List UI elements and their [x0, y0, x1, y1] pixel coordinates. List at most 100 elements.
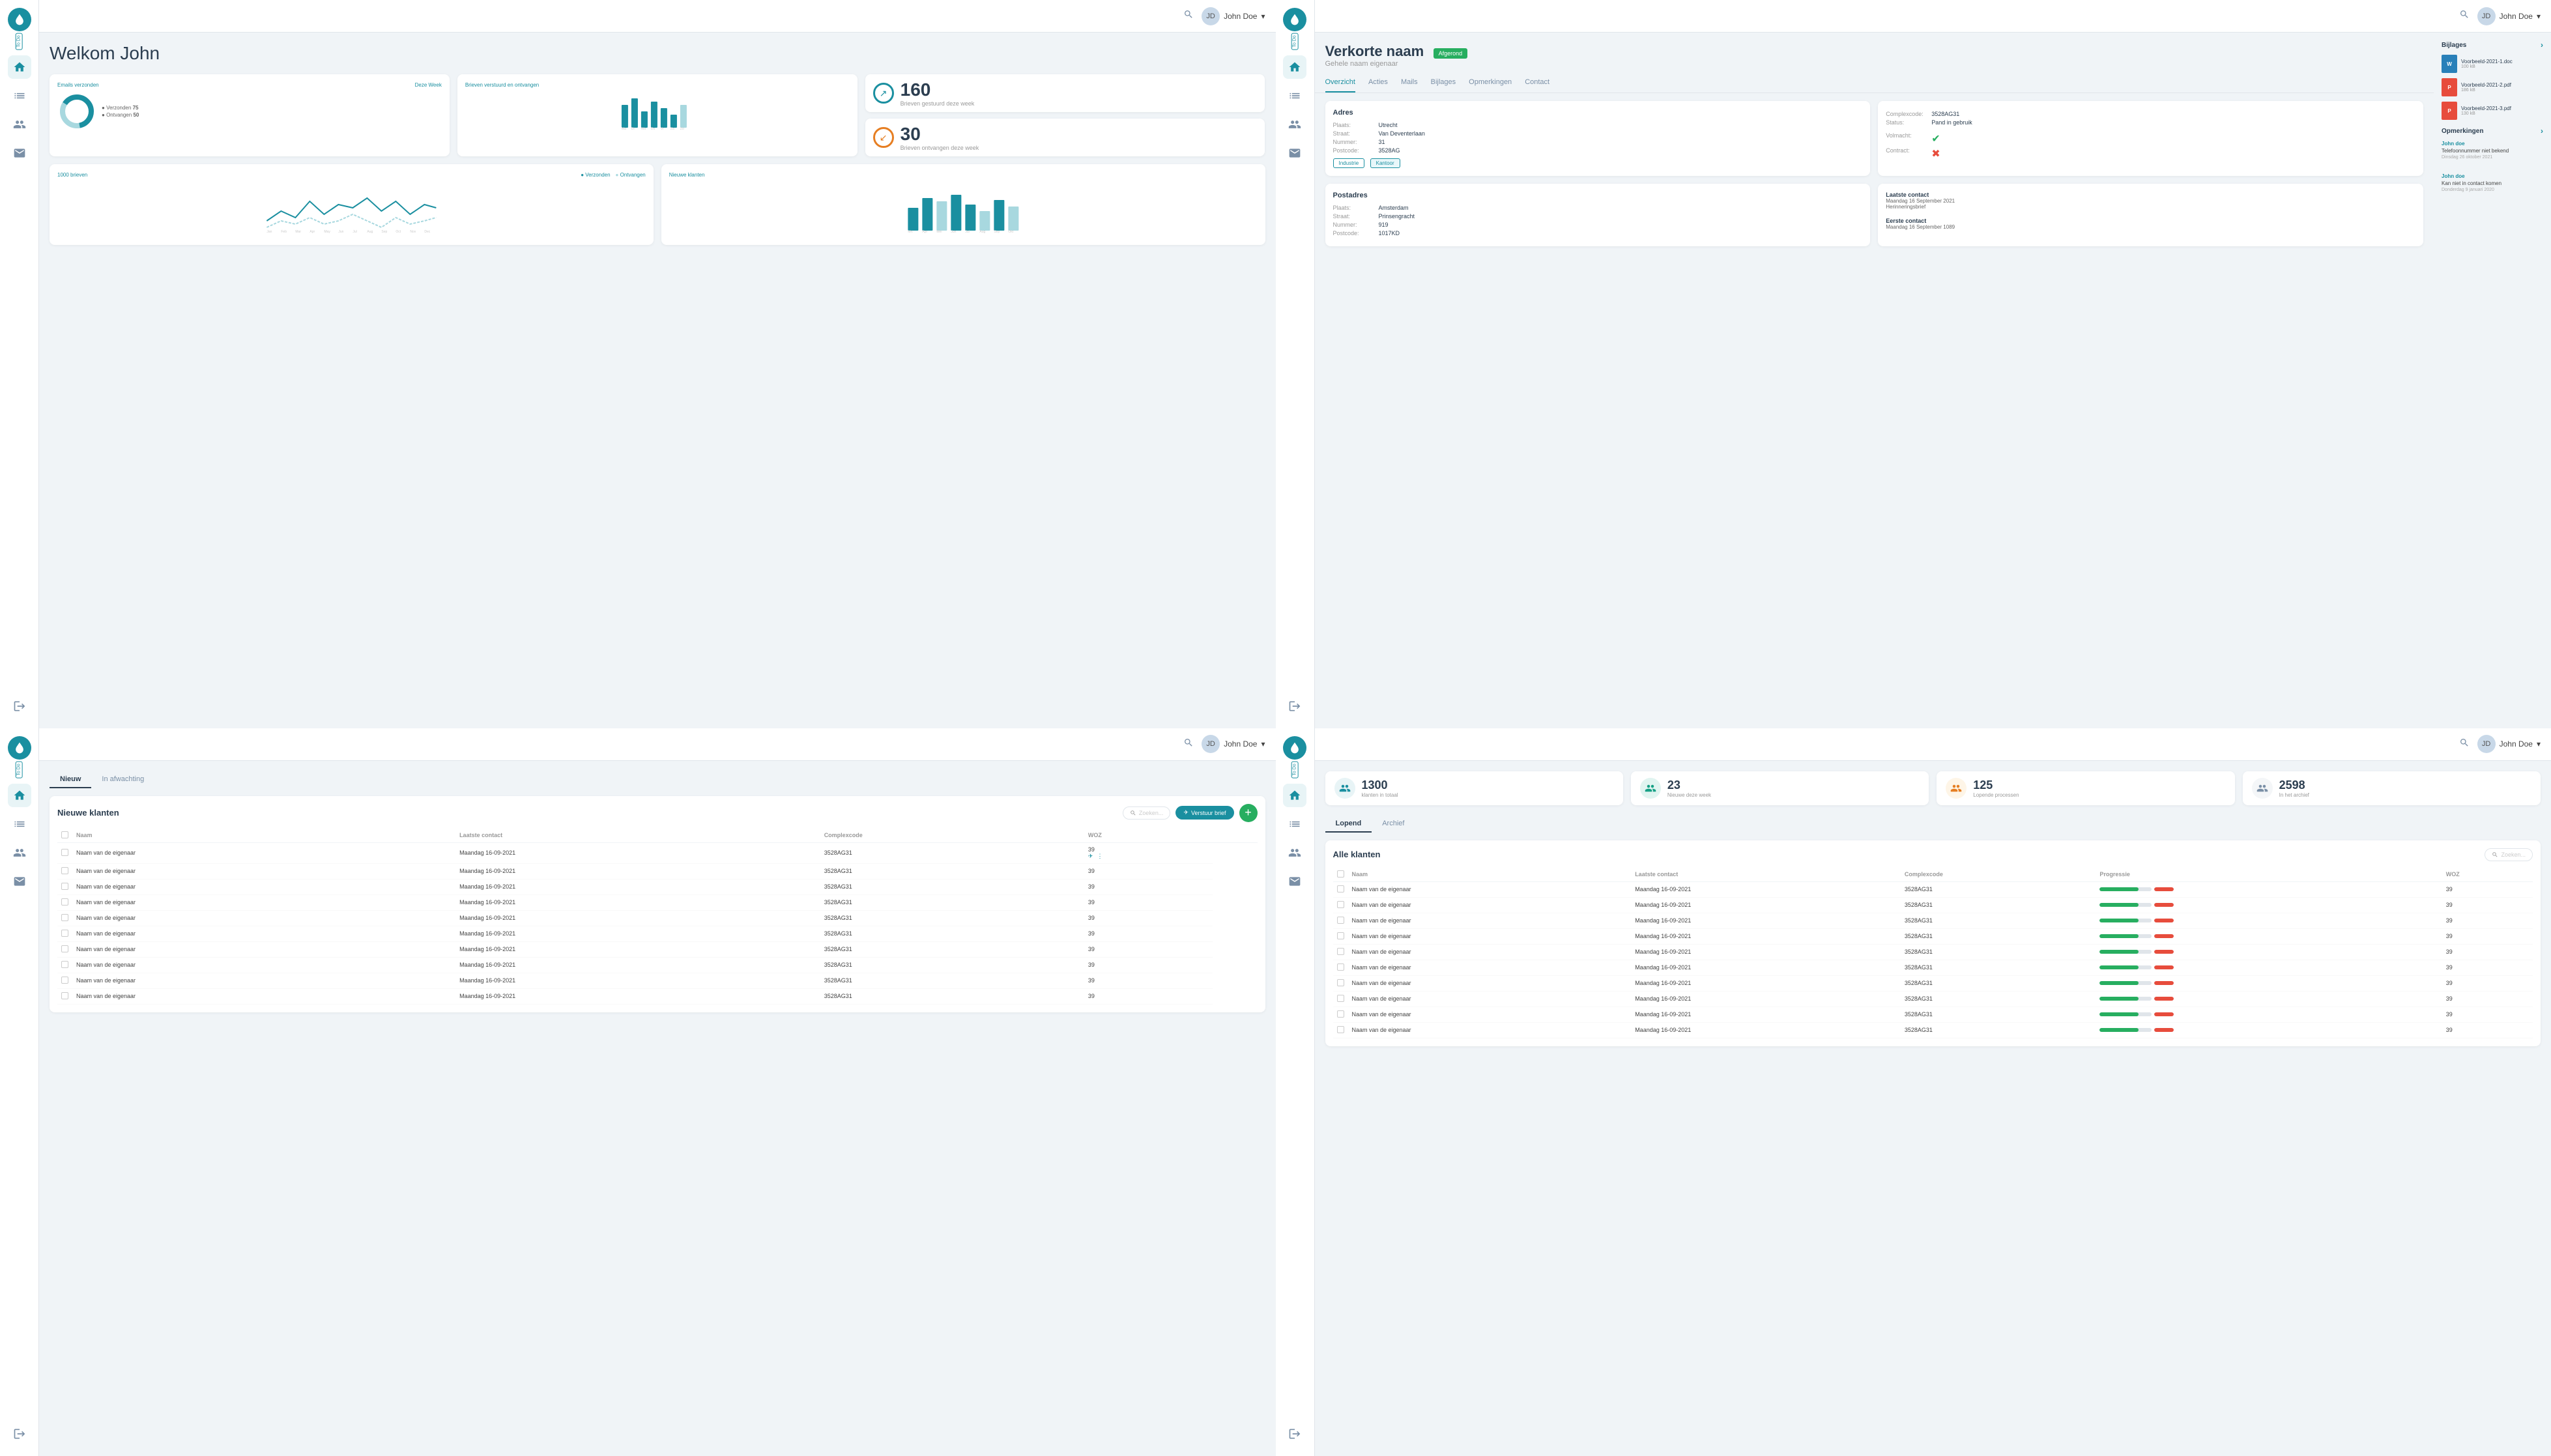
tab-acties[interactable]: Acties: [1368, 73, 1388, 93]
td-woz-p4-0: 39: [2442, 881, 2533, 897]
select-all-checkbox-p4[interactable]: [1337, 870, 1344, 878]
file-info-2: Voorbeeld-2021-3.pdf 130 kB: [2461, 106, 2511, 116]
sidebar-item-mail-p1[interactable]: [8, 141, 31, 165]
sidebar-item-people-p4[interactable]: [1283, 841, 1306, 864]
row-checkbox-6[interactable]: [61, 945, 68, 952]
table-row: Naam van de eigenaar Maandag 16-09-2021 …: [1333, 913, 2533, 928]
row-checkbox-p4-5[interactable]: [1337, 964, 1344, 971]
row-checkbox-7[interactable]: [61, 961, 68, 968]
sidebar-item-home-p1[interactable]: [8, 55, 31, 79]
todo-badge-p1[interactable]: To Do: [16, 33, 23, 50]
row-checkbox-p4-0[interactable]: [1337, 885, 1344, 892]
add-klant-button[interactable]: +: [1239, 804, 1258, 822]
search-icon-p1[interactable]: [1183, 9, 1194, 23]
row-checkbox-4[interactable]: [61, 914, 68, 921]
todo-badge-p4[interactable]: To Do: [1291, 761, 1298, 778]
td-complex-6: 3528AG31: [820, 941, 1084, 957]
sidebar-item-home-p4[interactable]: [1283, 784, 1306, 807]
sidebar-item-list-p3[interactable]: [8, 812, 31, 836]
bar-chart-header: Nieuwe klanten: [669, 172, 1258, 178]
search-icon-p3[interactable]: [1183, 737, 1194, 751]
send-row-icon-0[interactable]: ✈: [1088, 853, 1093, 860]
sidebar-item-home-p3[interactable]: [8, 784, 31, 807]
row-checkbox-p4-1[interactable]: [1337, 901, 1344, 908]
row-actions-0: ✈ ⋮: [1088, 853, 1209, 860]
row-checkbox-p4-8[interactable]: [1337, 1010, 1344, 1018]
user-menu-p1[interactable]: JD John Doe ▾: [1202, 7, 1265, 25]
td-contact-2: Maandag 16-09-2021: [455, 879, 820, 894]
sidebar-item-logout-p2[interactable]: [1283, 694, 1306, 718]
row-checkbox-3[interactable]: [61, 898, 68, 906]
row-checkbox-p4-7[interactable]: [1337, 995, 1344, 1002]
row-checkbox-p4-3[interactable]: [1337, 932, 1344, 939]
search-icon-p4[interactable]: [2459, 737, 2470, 751]
tab-nieuw[interactable]: Nieuw: [50, 771, 91, 788]
sidebar-item-logout-p4[interactable]: [1283, 1422, 1306, 1446]
sidebar-item-mail-p4[interactable]: [1283, 870, 1306, 893]
contract-cross-icon: ✖: [1931, 147, 1940, 160]
emails-period[interactable]: Deze Week: [415, 82, 442, 88]
select-all-checkbox[interactable]: [61, 831, 68, 838]
row-checkbox-p4-2[interactable]: [1337, 917, 1344, 924]
sidebar-item-mail-p3[interactable]: [8, 870, 31, 893]
note-item-0: John doe Telefoonnummer niet bekend Dins…: [2442, 141, 2543, 167]
row-checkbox-p4-6[interactable]: [1337, 979, 1344, 986]
search-box-p4[interactable]: Zoeken...: [2485, 848, 2533, 861]
progress-bar-9: [2099, 1028, 2152, 1032]
progress-fill-red-8: [2154, 1012, 2174, 1016]
tab-opmerkingen[interactable]: Opmerkingen: [1469, 73, 1512, 93]
row-checkbox-2[interactable]: [61, 883, 68, 890]
row-checkbox-5[interactable]: [61, 930, 68, 937]
logo-p1[interactable]: [8, 8, 31, 31]
todo-badge-p2[interactable]: To Do: [1291, 33, 1298, 50]
user-menu-p2[interactable]: JD John Doe ▾: [2477, 7, 2541, 25]
donut-legend: ● Verzonden 75 ● Ontvangen 50: [102, 104, 139, 119]
sidebar-item-people-p2[interactable]: [1283, 113, 1306, 136]
sidebar-item-list-p2[interactable]: [1283, 84, 1306, 107]
tab-overzicht[interactable]: Overzicht: [1325, 73, 1355, 93]
content-area-p1: Welkom John Emails verzonden Deze Week: [39, 33, 1276, 728]
sidebar-item-mail-p2[interactable]: [1283, 141, 1306, 165]
note-text-0: Telefoonnummer niet bekend: [2442, 148, 2543, 154]
user-menu-p4[interactable]: JD John Doe ▾: [2477, 735, 2541, 753]
tab-lopend[interactable]: Lopend: [1325, 816, 1372, 833]
tab-contact[interactable]: Contact: [1525, 73, 1549, 93]
tab-archief[interactable]: Archief: [1372, 816, 1415, 833]
search-box-p3[interactable]: Zoeken...: [1123, 807, 1171, 820]
tab-in-afwachting[interactable]: In afwachting: [91, 771, 154, 788]
row-checkbox-1[interactable]: [61, 867, 68, 874]
search-icon-p2[interactable]: [2459, 9, 2470, 23]
row-checkbox-0[interactable]: [61, 849, 68, 856]
file-info-1: Voorbeeld-2021-2.pdf 186 kB: [2461, 82, 2511, 93]
emails-title: Emails verzonden: [57, 82, 99, 88]
user-menu-p3[interactable]: JD John Doe ▾: [1202, 735, 1265, 753]
sidebar-item-home-p2[interactable]: [1283, 55, 1306, 79]
todo-badge-p3[interactable]: To Do: [16, 761, 23, 778]
sidebar-item-logout-p3[interactable]: [8, 1422, 31, 1446]
opmerkingen-arrow-icon[interactable]: ›: [2541, 126, 2543, 136]
sidebar-item-people-p1[interactable]: [8, 113, 31, 136]
tab-mails[interactable]: Mails: [1401, 73, 1418, 93]
people-icon-new: [1640, 778, 1661, 799]
send-brief-button[interactable]: ✈ Verstuur brief: [1175, 806, 1233, 820]
row-checkbox-p4-9[interactable]: [1337, 1026, 1344, 1033]
sidebar-item-list-p4[interactable]: [1283, 812, 1306, 836]
logo-p2[interactable]: [1283, 8, 1306, 31]
row-checkbox-9[interactable]: [61, 992, 68, 999]
logo-p4[interactable]: [1283, 736, 1306, 760]
panel-nieuwe-klanten: To Do JD John Doe ▾: [0, 728, 1276, 1456]
tab-bijlages[interactable]: Bijlages: [1431, 73, 1456, 93]
logo-p3[interactable]: [8, 736, 31, 760]
sidebar-item-people-p3[interactable]: [8, 841, 31, 864]
more-icon-0[interactable]: ⋮: [1097, 853, 1103, 860]
bijlages-section-title: Bijlages ›: [2442, 40, 2543, 50]
sidebar-item-list-p1[interactable]: [8, 84, 31, 107]
file-item-0: W Voorbeeld-2021-1.doc 100 kB: [2442, 55, 2543, 73]
search-placeholder-p3: Zoeken...: [1139, 810, 1164, 816]
row-checkbox-p4-4[interactable]: [1337, 948, 1344, 955]
line-chart-legend: ● Verzonden ● Ontvangen: [581, 172, 646, 178]
sidebar-item-logout-p1[interactable]: [8, 694, 31, 718]
bijlages-arrow-icon[interactable]: ›: [2541, 40, 2543, 50]
eerste-contact-title: Eerste contact: [1886, 218, 2415, 224]
row-checkbox-8[interactable]: [61, 977, 68, 984]
